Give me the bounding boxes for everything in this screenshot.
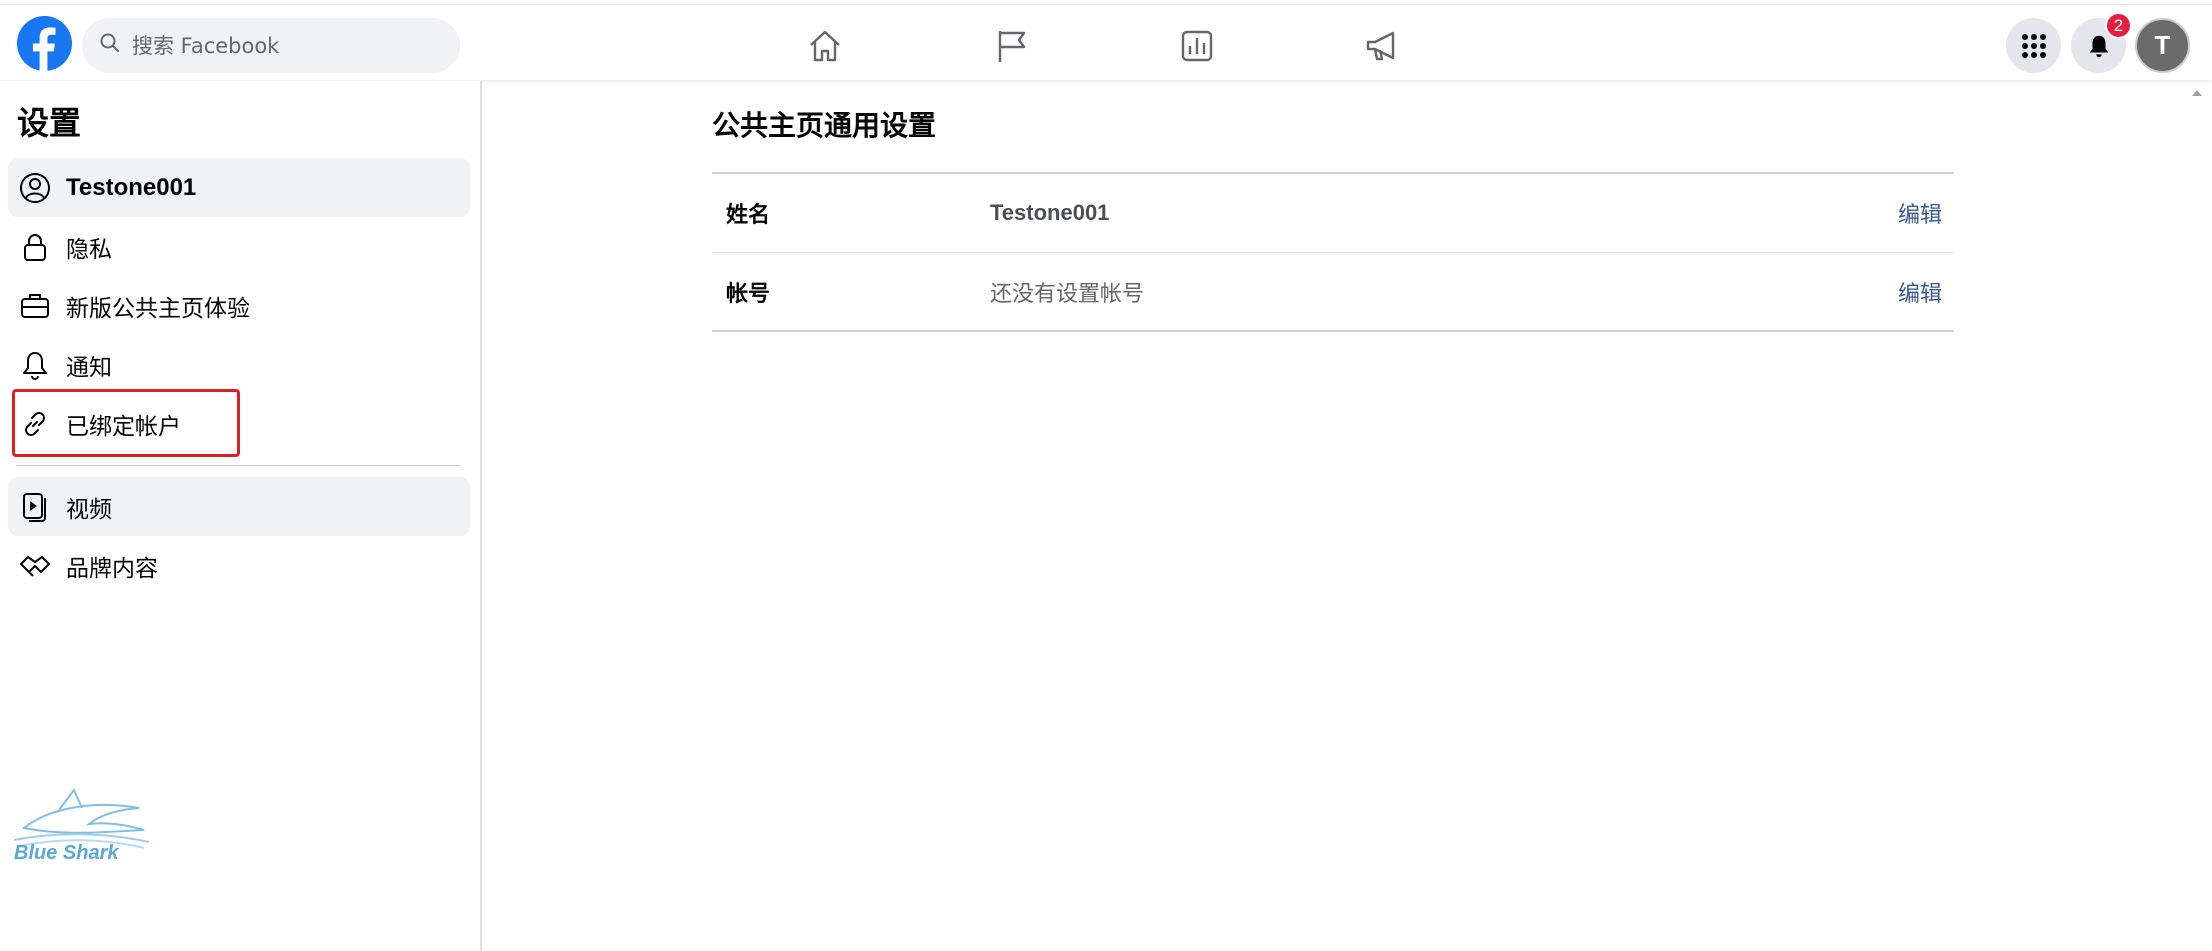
sidebar-item-label: 新版公共主页体验 xyxy=(66,295,250,322)
sidebar-item-label: 通知 xyxy=(66,354,112,381)
edit-name-link[interactable]: 编辑 xyxy=(1898,197,1942,229)
row-key: 姓名 xyxy=(726,203,771,228)
sidebar-divider xyxy=(16,465,460,466)
facebook-logo-icon[interactable] xyxy=(17,16,72,71)
sidebar-item-label: 隐私 xyxy=(66,236,112,263)
notification-count-badge: 2 xyxy=(2105,12,2132,39)
lock-icon xyxy=(18,230,52,264)
settings-row-username: 帐号 还没有设置帐号 编辑 xyxy=(712,252,1954,330)
menu-grid-icon[interactable] xyxy=(2006,18,2061,73)
sidebar-item-video[interactable]: 视频 xyxy=(8,477,470,536)
insights-icon[interactable] xyxy=(1177,26,1217,66)
settings-row-name: 姓名 Testone001 编辑 xyxy=(712,174,1954,252)
top-navigation-bar: 2 T xyxy=(0,4,2212,80)
user-circle-icon xyxy=(18,171,52,205)
avatar[interactable]: T xyxy=(2135,18,2190,73)
sidebar-item-label: 品牌内容 xyxy=(66,555,158,582)
sidebar-item-label: Testone001 xyxy=(66,173,197,201)
row-value: 还没有设置帐号 xyxy=(990,281,1145,307)
megaphone-icon[interactable] xyxy=(1363,26,1403,66)
briefcase-icon xyxy=(18,289,52,323)
handshake-icon xyxy=(18,549,52,583)
sidebar-item-notifications[interactable]: 通知 xyxy=(8,335,470,394)
sidebar-item-branded-content[interactable]: 品牌内容 xyxy=(8,536,470,595)
page-title: 公共主页通用设置 xyxy=(712,109,937,142)
row-key: 帐号 xyxy=(726,281,771,307)
flag-icon[interactable] xyxy=(992,26,1032,66)
video-icon xyxy=(18,490,52,524)
edit-username-link[interactable]: 编辑 xyxy=(1898,276,1942,308)
search-icon xyxy=(98,31,122,60)
row-value: Testone001 xyxy=(990,200,1110,225)
search-input[interactable] xyxy=(132,33,432,58)
settings-table: 姓名 Testone001 编辑 帐号 还没有设置帐号 编辑 xyxy=(712,172,1954,332)
sidebar-item-new-pages-experience[interactable]: 新版公共主页体验 xyxy=(8,276,470,335)
bell-icon xyxy=(18,348,52,382)
sidebar-item-account[interactable]: Testone001 xyxy=(8,158,470,217)
sidebar-item-label: 视频 xyxy=(66,496,112,523)
scroll-up-arrow-icon[interactable] xyxy=(2190,86,2204,100)
search-bar[interactable] xyxy=(82,18,460,73)
sidebar-title: 设置 xyxy=(17,104,82,142)
highlight-annotation-box xyxy=(12,389,240,457)
sidebar-item-privacy[interactable]: 隐私 xyxy=(8,217,470,276)
home-icon[interactable] xyxy=(805,26,845,66)
watermark-text: Blue Shark xyxy=(14,842,119,864)
